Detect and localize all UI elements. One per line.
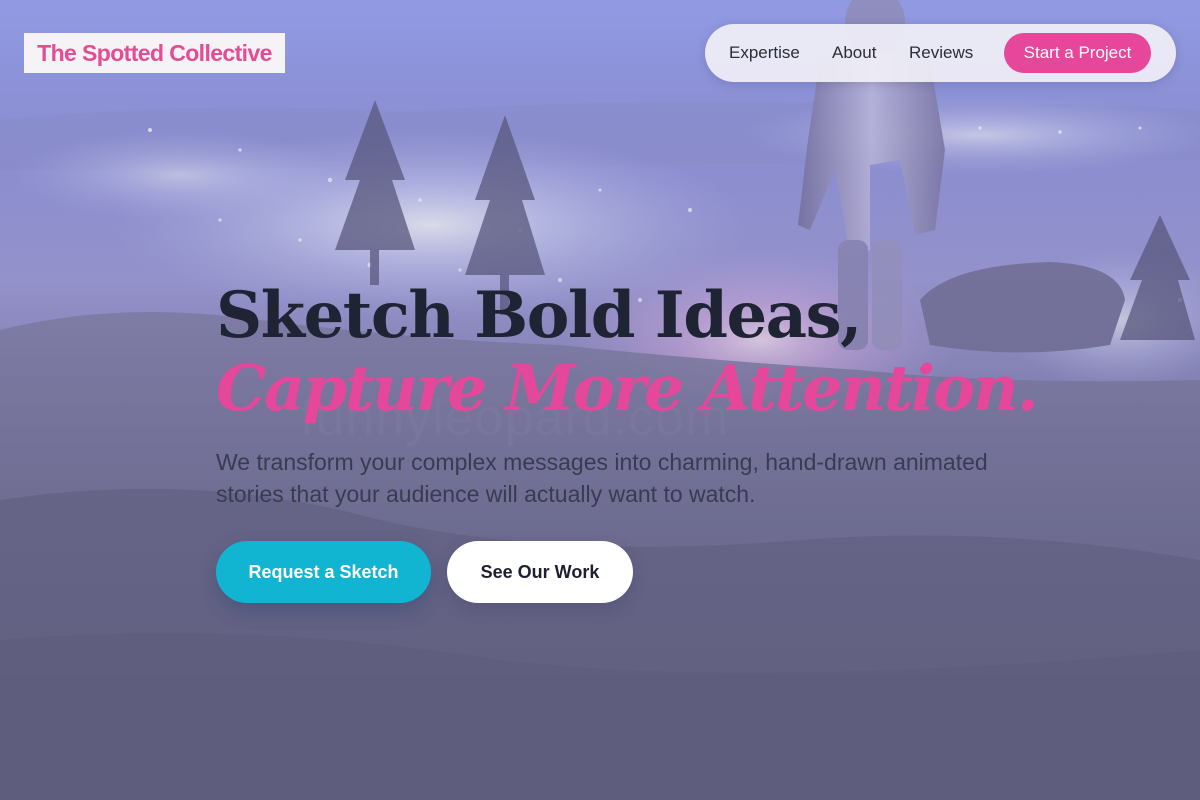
brand-name: The Spotted Collective	[37, 39, 272, 66]
nav-link-expertise[interactable]: Expertise	[729, 43, 800, 63]
request-sketch-button[interactable]: Request a Sketch	[216, 541, 431, 603]
hero-subtext: We transform your complex messages into …	[216, 449, 988, 507]
hero-headline-line1: Sketch Bold Ideas,	[216, 278, 862, 353]
see-our-work-button[interactable]: See Our Work	[447, 541, 633, 603]
top-navigation: Expertise About Reviews Start a Project	[705, 24, 1176, 82]
start-project-button[interactable]: Start a Project	[1004, 33, 1151, 73]
hero-headline-line2: Capture More Attention.	[216, 351, 1039, 425]
brand-logo[interactable]: The Spotted Collective	[24, 33, 285, 73]
nav-link-reviews[interactable]: Reviews	[909, 43, 973, 63]
nav-link-about[interactable]: About	[832, 43, 876, 63]
